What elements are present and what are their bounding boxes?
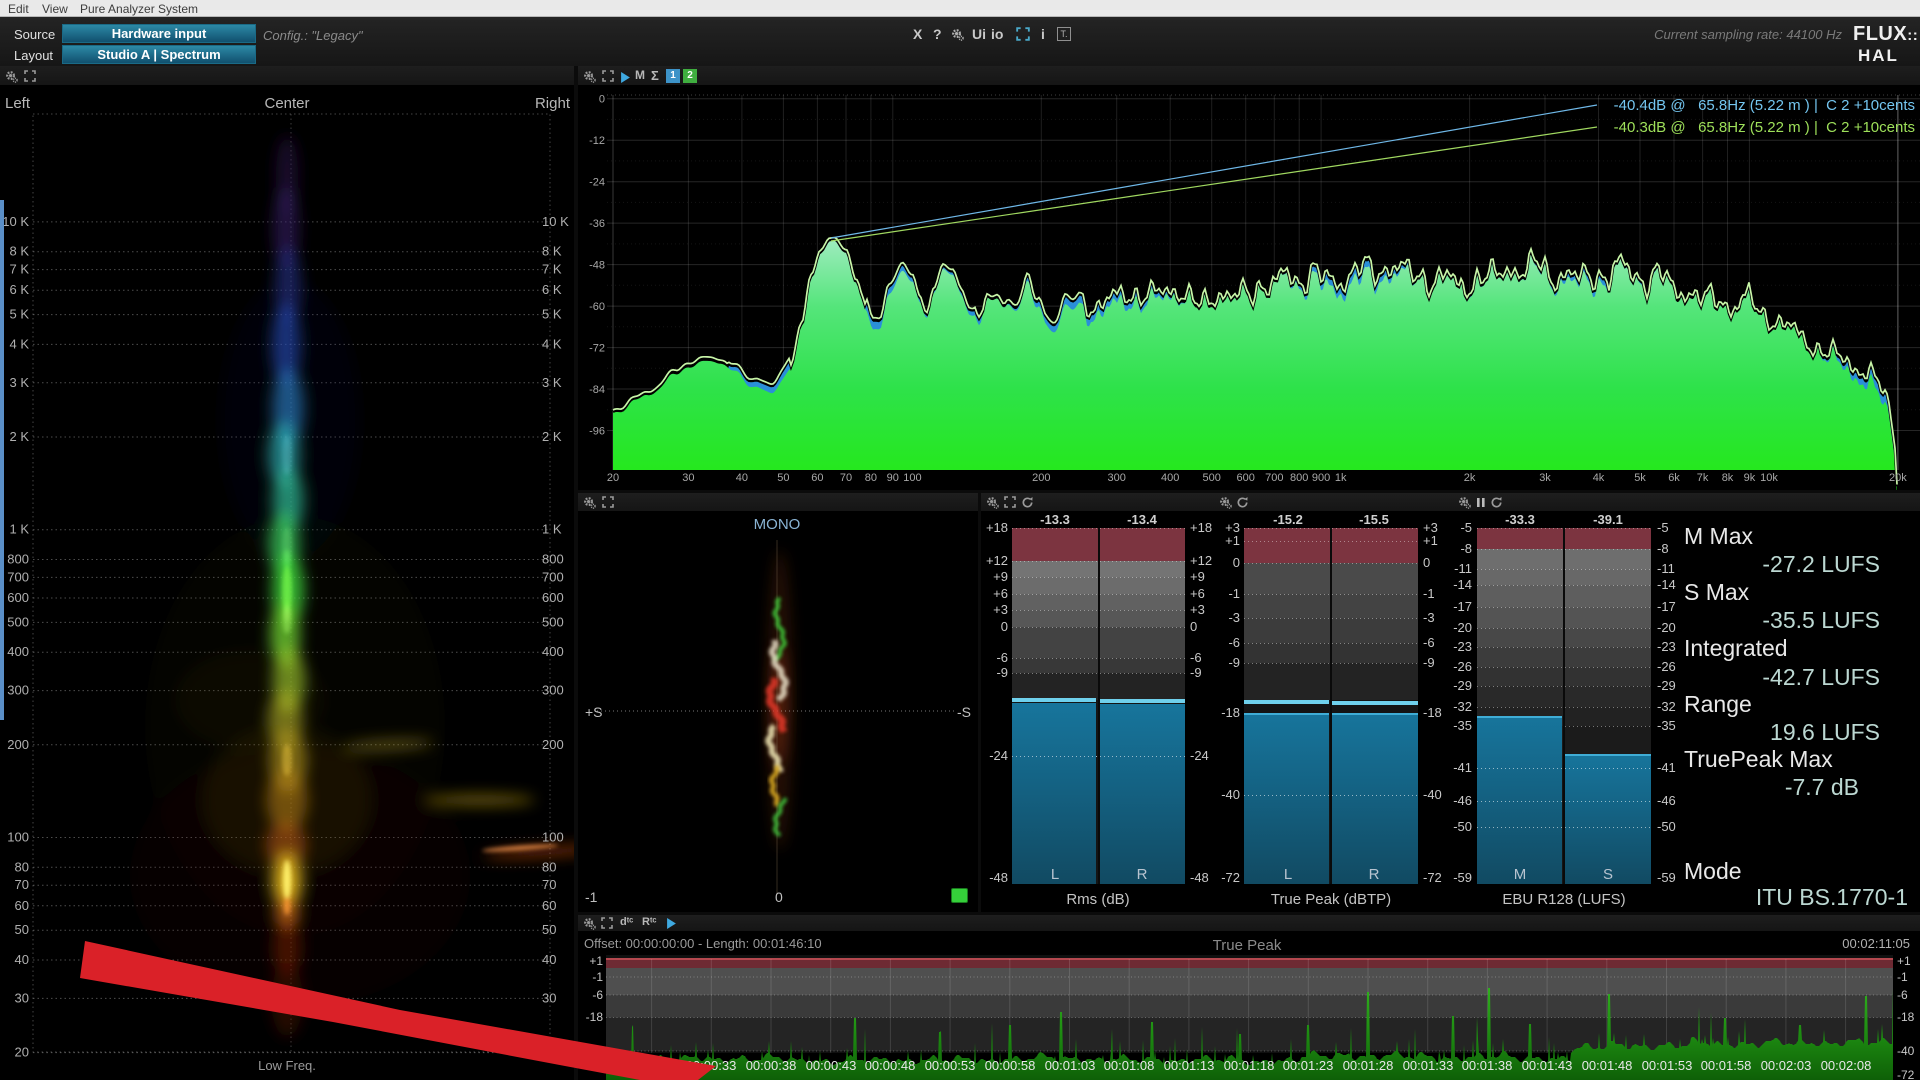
svg-text:4k: 4k	[1593, 472, 1605, 484]
svg-text:8 K: 8 K	[9, 244, 29, 259]
svg-text:300: 300	[1108, 472, 1126, 484]
svg-text:30: 30	[682, 472, 694, 484]
svg-text:6 K: 6 K	[9, 282, 29, 297]
svg-text:600: 600	[7, 590, 29, 605]
svg-text:100: 100	[903, 472, 921, 484]
svg-text:1 K: 1 K	[542, 522, 562, 537]
svg-text:800: 800	[542, 552, 564, 567]
svg-text:50: 50	[542, 922, 556, 937]
svg-text:-84: -84	[589, 384, 605, 396]
svg-text:300: 300	[7, 683, 29, 698]
svg-text:2 K: 2 K	[9, 429, 29, 444]
svg-text:30: 30	[15, 990, 29, 1005]
svg-text:900: 900	[1312, 472, 1330, 484]
svg-text:800: 800	[1290, 472, 1308, 484]
svg-text:-60: -60	[589, 301, 605, 313]
svg-text:10k: 10k	[1760, 472, 1778, 484]
svg-text:400: 400	[1161, 472, 1179, 484]
svg-text:600: 600	[1237, 472, 1255, 484]
svg-text:2 K: 2 K	[542, 429, 562, 444]
svg-text:5 K: 5 K	[542, 307, 562, 322]
svg-text:-48: -48	[589, 260, 605, 272]
svg-text:100: 100	[7, 830, 29, 845]
svg-text:8k: 8k	[1722, 472, 1734, 484]
svg-text:6 K: 6 K	[542, 282, 562, 297]
svg-text:60: 60	[15, 898, 29, 913]
svg-text:10 K: 10 K	[542, 214, 569, 229]
svg-text:600: 600	[542, 590, 564, 605]
svg-text:80: 80	[865, 472, 877, 484]
svg-text:8 K: 8 K	[542, 244, 562, 259]
svg-text:300: 300	[542, 683, 564, 698]
svg-text:60: 60	[811, 472, 823, 484]
svg-text:-96: -96	[589, 426, 605, 438]
svg-text:700: 700	[7, 569, 29, 584]
svg-text:70: 70	[542, 877, 556, 892]
svg-text:70: 70	[15, 877, 29, 892]
svg-text:700: 700	[1265, 472, 1283, 484]
svg-text:5 K: 5 K	[9, 307, 29, 322]
svg-text:0: 0	[599, 94, 605, 106]
svg-text:400: 400	[7, 644, 29, 659]
svg-text:50: 50	[15, 922, 29, 937]
svg-text:3 K: 3 K	[9, 375, 29, 390]
svg-text:40: 40	[542, 952, 556, 967]
svg-text:-12: -12	[589, 135, 605, 147]
svg-text:-72: -72	[589, 343, 605, 355]
svg-text:500: 500	[1203, 472, 1221, 484]
svg-text:90: 90	[887, 472, 899, 484]
svg-text:400: 400	[542, 644, 564, 659]
svg-text:100: 100	[542, 830, 564, 845]
svg-text:200: 200	[542, 737, 564, 752]
svg-text:4 K: 4 K	[9, 336, 29, 351]
svg-text:2k: 2k	[1464, 472, 1476, 484]
svg-text:10 K: 10 K	[2, 214, 29, 229]
svg-text:4 K: 4 K	[542, 336, 562, 351]
svg-text:40: 40	[15, 952, 29, 967]
svg-text:1 K: 1 K	[9, 522, 29, 537]
svg-text:500: 500	[7, 614, 29, 629]
svg-text:6k: 6k	[1668, 472, 1680, 484]
svg-text:20: 20	[607, 472, 619, 484]
svg-text:20k: 20k	[1889, 472, 1907, 484]
svg-text:20: 20	[542, 1045, 556, 1060]
svg-text:7 K: 7 K	[9, 262, 29, 277]
svg-text:-40.4dB @ 65.8Hz (5.22 m ) |: -40.4dB @ 65.8Hz (5.22 m ) | C 2 +10cent…	[1614, 97, 1915, 114]
svg-text:700: 700	[542, 569, 564, 584]
svg-text:80: 80	[15, 859, 29, 874]
svg-text:80: 80	[542, 859, 556, 874]
svg-text:3 K: 3 K	[542, 375, 562, 390]
svg-text:-36: -36	[589, 218, 605, 230]
svg-text:40: 40	[736, 472, 748, 484]
svg-text:30: 30	[542, 990, 556, 1005]
svg-text:70: 70	[840, 472, 852, 484]
svg-text:1k: 1k	[1335, 472, 1347, 484]
svg-text:9k: 9k	[1744, 472, 1756, 484]
svg-text:7k: 7k	[1697, 472, 1709, 484]
svg-text:3k: 3k	[1539, 472, 1551, 484]
svg-text:5k: 5k	[1634, 472, 1646, 484]
svg-text:500: 500	[542, 614, 564, 629]
svg-text:200: 200	[7, 737, 29, 752]
svg-text:50: 50	[777, 472, 789, 484]
svg-text:20: 20	[15, 1045, 29, 1060]
svg-text:60: 60	[542, 898, 556, 913]
svg-text:800: 800	[7, 552, 29, 567]
svg-text:-40.3dB @ 65.8Hz (5.22 m ) |: -40.3dB @ 65.8Hz (5.22 m ) | C 2 +10cent…	[1614, 119, 1915, 136]
svg-text:7 K: 7 K	[542, 262, 562, 277]
svg-text:-24: -24	[589, 177, 605, 189]
svg-text:200: 200	[1032, 472, 1050, 484]
